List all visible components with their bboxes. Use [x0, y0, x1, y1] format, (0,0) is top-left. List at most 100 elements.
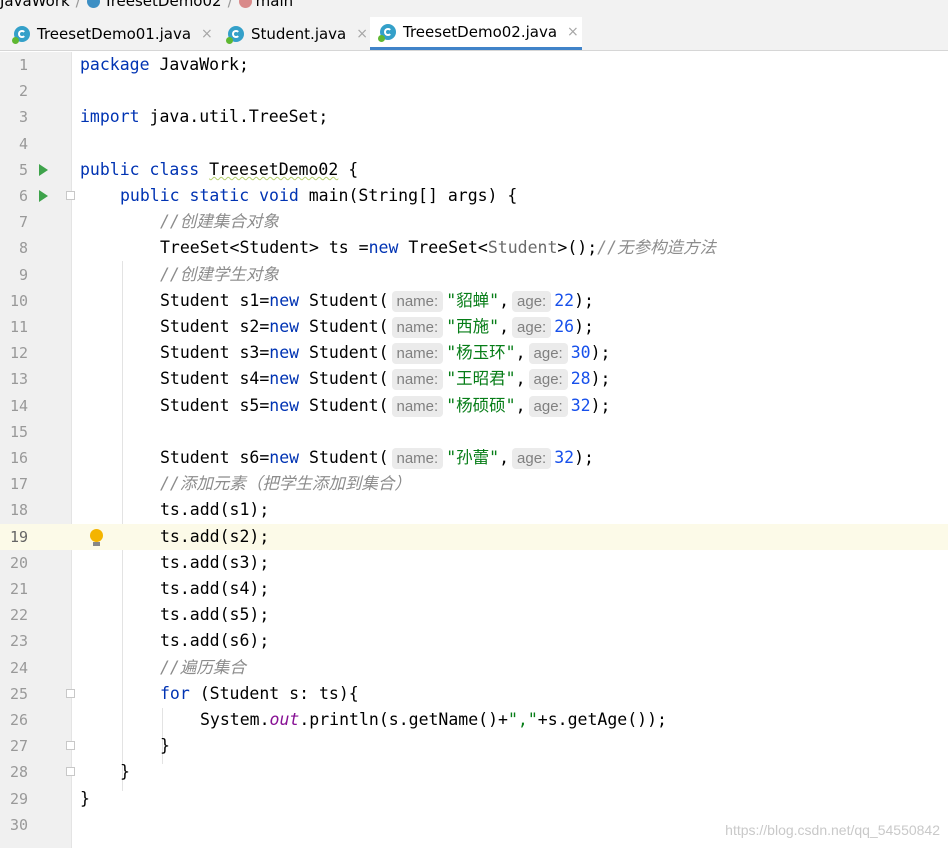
tab-label: TreesetDemo01.java — [37, 24, 192, 43]
run-gutter-icon[interactable] — [39, 163, 48, 176]
tab-student[interactable]: Student.java × — [222, 17, 368, 50]
parameter-hint: age: — [528, 395, 568, 417]
code-text: import java.util.TreeSet; — [80, 104, 328, 130]
code-line: 3 import java.util.TreeSet; — [0, 104, 948, 130]
code-text: ts.add(s3); — [160, 552, 270, 572]
code-token: Student( — [299, 317, 389, 336]
keyword: new — [269, 290, 300, 310]
code-line: 16 Student s6=new Student(name: "孙蕾", age:… — [0, 445, 948, 471]
parameter-hint: age: — [512, 448, 552, 469]
fold-marker-icon[interactable] — [66, 688, 75, 698]
line-number: 2 — [18, 82, 28, 101]
string-literal: "孙蕾" — [446, 448, 500, 467]
breadcrumb-project[interactable]: JavaWork — [0, 0, 70, 10]
keyword: package — [80, 55, 150, 74]
line-number: 26 — [9, 711, 28, 729]
code-line: 1 package JavaWork; — [0, 52, 948, 78]
run-gutter-icon[interactable] — [39, 190, 48, 202]
code-line: 26 System.out.println(s.getName()+","+s.… — [0, 707, 948, 733]
breadcrumb-separator: / — [227, 0, 233, 10]
code-token: TreeSet<Student> ts = — [160, 238, 369, 258]
line-number: 5 — [18, 160, 28, 179]
line-number: 12 — [9, 344, 28, 363]
parameter-hint: name: — [391, 395, 444, 417]
code-text: Student s5=new Student(name: "杨硕硕", age: 32… — [160, 393, 610, 419]
number-literal: 26 — [554, 317, 575, 336]
code-token: { — [338, 159, 359, 179]
line-number: 27 — [9, 737, 28, 756]
code-text: System.out.println(s.getName()+","+s.get… — [200, 707, 667, 733]
code-line: 20 ts.add(s3); — [0, 550, 948, 576]
string-literal: "王昭君" — [446, 369, 516, 389]
code-text: public class TreesetDemo02 { — [80, 157, 358, 183]
code-line: 11 Student s2=new Student(name: "西施", age:… — [0, 314, 948, 340]
line-number: 30 — [9, 815, 28, 834]
code-line: 22 ts.add(s5); — [0, 602, 948, 628]
code-line: 15 — [0, 419, 948, 445]
number-literal: 30 — [570, 343, 591, 363]
line-number: 3 — [18, 108, 28, 127]
keyword: new — [269, 343, 300, 363]
parameter-hint: age: — [528, 369, 568, 391]
code-line: 28 } — [0, 759, 948, 785]
line-number: 16 — [9, 449, 28, 467]
close-tab-icon[interactable]: × — [201, 26, 213, 42]
close-tab-icon[interactable]: × — [567, 24, 579, 40]
keyword: for — [160, 683, 190, 703]
keyword: new — [269, 395, 300, 415]
close-tab-icon[interactable]: × — [356, 26, 368, 42]
keyword: public class — [80, 159, 200, 179]
parameter-hint: age: — [528, 343, 568, 365]
code-token: ); — [574, 290, 594, 310]
line-number: 23 — [9, 632, 28, 651]
generic-type: Student — [487, 238, 558, 258]
fold-marker-icon[interactable] — [66, 767, 75, 777]
code-line: 29 } — [0, 786, 948, 812]
tab-label: Student.java — [251, 24, 347, 43]
intention-bulb-icon[interactable] — [90, 528, 103, 546]
code-text: } — [160, 736, 170, 756]
code-text: for (Student s: ts){ — [160, 681, 359, 707]
breadcrumb-method[interactable]: main — [256, 0, 293, 10]
code-line: 4 — [0, 131, 948, 157]
watermark: https://blog.csdn.net/qq_54550842 — [725, 822, 940, 838]
code-token: System. — [200, 710, 270, 729]
parameter-hint: name: — [391, 369, 444, 391]
string-literal: "," — [507, 710, 538, 729]
fold-marker-icon[interactable] — [66, 191, 75, 200]
code-line: 17 //添加元素（把学生添加到集合） — [0, 471, 948, 497]
code-token: Student s5= — [160, 395, 270, 415]
number-literal: 32 — [554, 448, 575, 467]
fold-marker-icon[interactable] — [66, 741, 75, 751]
line-number: 6 — [18, 187, 28, 205]
keyword: new — [368, 238, 399, 258]
code-token: ); — [590, 395, 611, 415]
parameter-hint: name: — [391, 343, 444, 365]
tab-treesetdemo01[interactable]: TreesetDemo01.java × — [10, 17, 213, 50]
code-text: Student s3=new Student(name: "杨玉环", age: 30… — [160, 340, 610, 366]
code-token: main(String[] args) { — [298, 186, 518, 205]
parameter-hint: age: — [512, 290, 552, 312]
breadcrumb-file[interactable]: TreesetDemo02 — [104, 0, 222, 10]
code-text: //创建学生对象 — [160, 262, 279, 288]
line-number: 1 — [18, 56, 28, 74]
code-text: Student s6=new Student(name: "孙蕾", age: 32)… — [160, 445, 594, 471]
java-class-icon — [86, 0, 100, 8]
line-number: 29 — [9, 789, 28, 808]
line-number: 8 — [18, 239, 28, 258]
code-token: +s.getAge()); — [537, 710, 667, 729]
line-number: 4 — [18, 134, 28, 153]
code-text: ts.add(s4); — [160, 579, 270, 598]
code-line: 6 public static void main(String[] args)… — [0, 183, 948, 209]
code-text: public static void main(String[] args) { — [120, 183, 517, 209]
line-number: 18 — [9, 501, 28, 520]
code-token: >(); — [557, 238, 598, 258]
keyword: new — [269, 317, 300, 336]
parameter-hint: name: — [391, 317, 444, 338]
tab-treesetdemo02[interactable]: TreesetDemo02.java × — [370, 17, 582, 50]
code-editor[interactable]: 1 package JavaWork; 2 3 import java.util… — [0, 52, 948, 848]
line-number: 13 — [9, 370, 28, 389]
code-text: ts.add(s1); — [160, 500, 270, 520]
code-comment: //添加元素（把学生添加到集合） — [160, 474, 411, 494]
code-token: java.util.TreeSet; — [139, 107, 329, 127]
